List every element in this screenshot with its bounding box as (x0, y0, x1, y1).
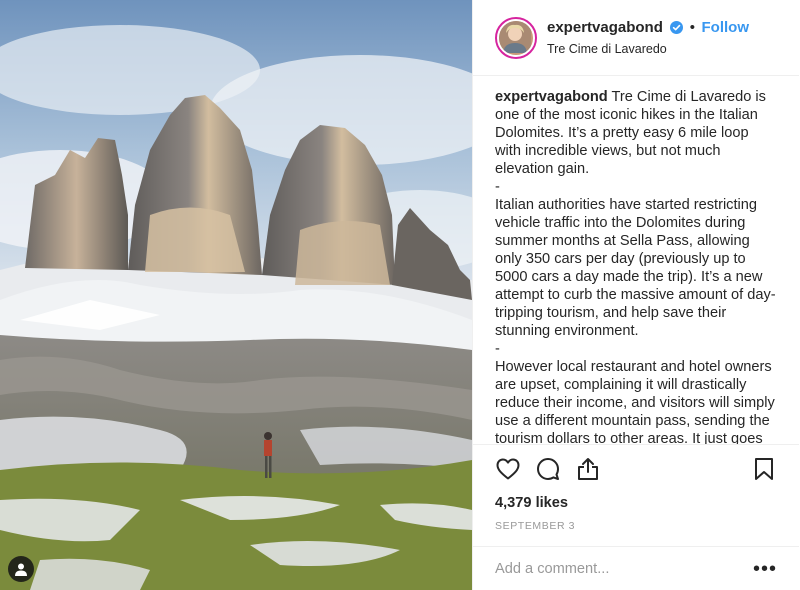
heart-icon (496, 458, 520, 480)
post-side-panel: expertvagabond • Follow Tre Cime di Lava… (472, 0, 799, 590)
instagram-post: expertvagabond • Follow Tre Cime di Lava… (0, 0, 800, 590)
username-link[interactable]: expertvagabond (547, 19, 663, 36)
comment-bar: ••• (473, 546, 799, 590)
caption-paragraph: - (495, 179, 500, 195)
bookmark-icon (755, 458, 773, 480)
caption-paragraph: - (495, 341, 500, 357)
save-button[interactable] (751, 456, 777, 482)
user-tag-button[interactable] (8, 556, 34, 582)
caption-paragraph: Italian authorities have started restric… (495, 197, 776, 339)
post-actions: 4,379 likes SEPTEMBER 3 (473, 444, 799, 546)
avatar[interactable] (495, 16, 537, 59)
post-date[interactable]: SEPTEMBER 3 (495, 520, 777, 546)
share-button[interactable] (575, 456, 601, 482)
comment-bubble-icon (537, 458, 559, 480)
like-button[interactable] (495, 456, 521, 482)
likes-count[interactable]: 4,379 likes (495, 495, 777, 511)
mountain-landscape-image (0, 0, 472, 590)
caption-paragraph: However local restaurant and hotel owner… (495, 359, 775, 444)
action-icons-row (495, 445, 777, 493)
comment-button[interactable] (535, 456, 561, 482)
more-options-button[interactable]: ••• (753, 559, 777, 579)
caption-paragraph: expertvagabond Tre Cime di Lavaredo is o… (495, 88, 777, 178)
follow-button[interactable]: Follow (702, 19, 750, 36)
post-header: expertvagabond • Follow Tre Cime di Lava… (473, 0, 799, 76)
user-tag-icon (15, 563, 27, 576)
profile-photo-icon (499, 20, 531, 53)
post-caption: expertvagabond Tre Cime di Lavaredo is o… (495, 88, 777, 444)
post-photo[interactable] (0, 0, 472, 590)
verified-badge-icon (670, 20, 684, 39)
location-link[interactable]: Tre Cime di Lavaredo (547, 42, 749, 57)
share-icon (578, 458, 598, 480)
header-separator: • (689, 18, 696, 36)
caption-username-link[interactable]: expertvagabond (495, 89, 608, 105)
comment-input[interactable] (495, 560, 753, 577)
caption-scroll-area[interactable]: expertvagabond Tre Cime di Lavaredo is o… (473, 76, 799, 444)
